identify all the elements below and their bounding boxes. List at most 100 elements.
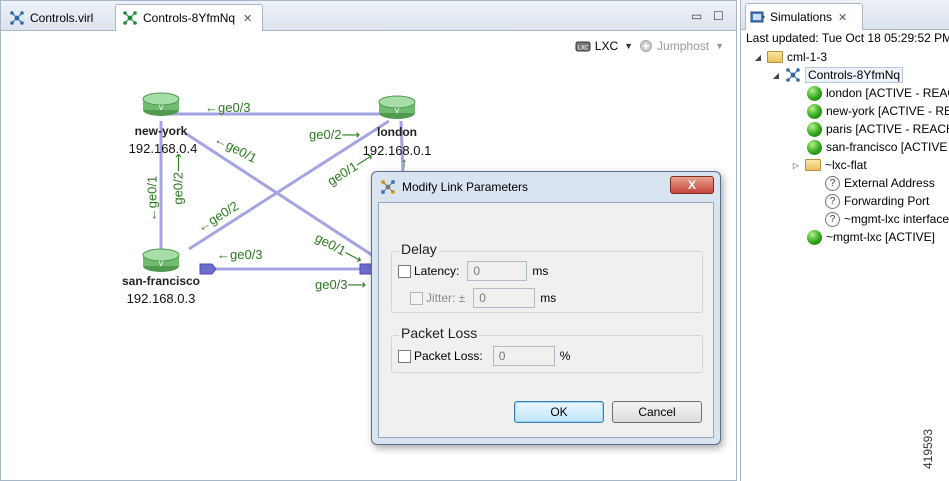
dialog-title: Modify Link Parameters <box>402 180 529 194</box>
tab-controls-virl[interactable]: Controls.virl <box>3 4 113 31</box>
topology-icon <box>786 68 800 82</box>
status-active-icon <box>807 139 822 155</box>
status-active-icon <box>807 85 822 101</box>
cancel-button[interactable]: Cancel <box>612 401 702 423</box>
node-label-london: london <box>377 125 417 139</box>
router-london-icon: V <box>378 95 416 119</box>
dialog-close-button[interactable]: X <box>670 176 714 194</box>
tree-item-label: new-york [ACTIVE - REACHABLE] <box>826 104 949 118</box>
jumphost-dropdown-icon[interactable]: ▼ <box>715 41 724 51</box>
tab-simulations[interactable]: Simulations ✕ <box>745 3 863 30</box>
tree-item-mgmt-lxc-interface[interactable]: ? ~mgmt-lxc interface <box>825 210 949 228</box>
packet-loss-group-title: Packet Loss <box>399 325 480 341</box>
status-active-icon <box>807 121 822 137</box>
tree-item-london[interactable]: london [ACTIVE - REACHABLE] <box>807 84 949 102</box>
expanded-twisty-icon[interactable]: ▷ <box>791 161 801 170</box>
interface-label: ←ge0/3 <box>205 100 251 115</box>
tree-item-controls-8yfmnq[interactable]: ◢ Controls-8YfmNq <box>771 66 904 84</box>
tree-item-external-address[interactable]: ? External Address <box>825 174 935 192</box>
latency-checkbox[interactable] <box>398 264 411 278</box>
node-label-sanfrancisco: san-francisco <box>121 274 201 288</box>
close-icon[interactable]: ✕ <box>838 11 847 24</box>
jumphost-label: Jumphost <box>657 39 710 53</box>
tree-item-lxc-flat[interactable]: ▷ ~lxc-flat <box>791 156 867 174</box>
tree-item-label: san-francisco [ACTIVE - REACHABLE] <box>826 140 949 154</box>
jumphost-icon <box>640 40 653 52</box>
dialog-body: Delay Latency: ms Jitter: ± ms Packet Lo… <box>378 202 714 438</box>
packet-loss-input[interactable] <box>492 346 555 366</box>
expanded-twisty-icon[interactable]: ◢ <box>771 71 781 80</box>
tree-item-san-francisco[interactable]: san-francisco [ACTIVE - REACHABLE] <box>807 138 949 156</box>
ok-button[interactable]: OK <box>514 401 604 423</box>
tree-item-label: ~mgmt-lxc [ACTIVE] <box>826 230 936 244</box>
packet-loss-row: Packet Loss: % <box>398 346 570 366</box>
lxc-icon: LXC <box>575 41 591 52</box>
status-active-icon <box>807 103 822 119</box>
svg-text:V: V <box>395 107 400 115</box>
tree-item-label: ~lxc-flat <box>825 158 867 172</box>
question-icon: ? <box>825 175 840 191</box>
tab-label: Controls-8YfmNq <box>143 11 236 25</box>
tree-item-mgmt-lxc[interactable]: ~mgmt-lxc [ACTIVE] <box>807 228 935 246</box>
topology-icon <box>10 10 24 25</box>
expanded-twisty-icon[interactable]: ◢ <box>753 53 763 62</box>
packet-loss-checkbox[interactable] <box>398 349 411 363</box>
router-newyork-icon: V <box>142 92 180 116</box>
jitter-checkbox[interactable] <box>410 291 423 305</box>
maximize-icon[interactable]: ☐ <box>713 9 724 23</box>
tree-item-paris[interactable]: paris [ACTIVE - REACHABLE] <box>807 120 949 138</box>
folder-icon <box>767 51 783 63</box>
latency-input[interactable] <box>467 261 528 281</box>
link-newyork-southeast <box>184 131 376 259</box>
jumphost-button[interactable]: Jumphost <box>639 39 709 53</box>
interface-label: ←ge0/1 <box>144 175 160 222</box>
simulations-tab-label: Simulations <box>770 10 833 24</box>
simulations-icon <box>750 11 765 23</box>
figure-id: 419593 <box>921 420 944 480</box>
packet-loss-unit: % <box>559 349 571 363</box>
figure-id-text: 419593 <box>921 428 936 470</box>
last-updated-text: Last updated: Tue Oct 18 05:29:52 PM <box>746 31 949 45</box>
lxc-dropdown-icon[interactable]: ▼ <box>624 41 633 51</box>
simulations-tabbar: Simulations ✕ <box>741 0 949 30</box>
node-ip-sanfrancisco: 192.168.0.3 <box>126 291 196 306</box>
tree-item-label: Controls-8YfmNq <box>805 67 904 83</box>
lxc-button[interactable]: LXC LXC <box>575 39 618 53</box>
tree-item-label: cml-1-3 <box>787 50 828 64</box>
latency-label: Latency: <box>414 264 460 278</box>
interface-label: ge0/2⟶ <box>170 153 186 205</box>
jitter-input[interactable] <box>473 288 536 308</box>
folder-icon <box>805 159 821 171</box>
simulations-panel: Simulations ✕ Last updated: Tue Oct 18 0… <box>740 0 949 481</box>
tree-item-label: london [ACTIVE - REACHABLE] <box>826 86 949 100</box>
modify-link-parameters-dialog: Modify Link Parameters X Delay Latency: … <box>371 171 721 445</box>
editor-toolbar: LXC LXC ▼ Jumphost ▼ <box>575 35 724 57</box>
minimize-icon[interactable]: ▭ <box>691 9 702 23</box>
close-icon[interactable]: ✕ <box>243 12 252 25</box>
topology-editor: Controls.virl Controls-8YfmNq ✕ ▭ ☐ LXC <box>0 0 737 481</box>
node-ip-newyork: 192.168.0.4 <box>128 141 198 156</box>
tree-item-label: ~mgmt-lxc interface <box>844 212 949 226</box>
app-window: Controls.virl Controls-8YfmNq ✕ ▭ ☐ LXC <box>0 0 949 481</box>
tree-item-label: Forwarding Port <box>844 194 930 208</box>
question-icon: ? <box>825 211 840 227</box>
jitter-unit: ms <box>540 291 557 305</box>
packet-loss-label: Packet Loss: <box>414 349 483 363</box>
tab-controls-8yfmnq[interactable]: Controls-8YfmNq ✕ <box>115 4 263 31</box>
node-label-newyork: new-york <box>134 124 188 138</box>
svg-text:V: V <box>159 104 164 112</box>
tree-item-label: paris [ACTIVE - REACHABLE] <box>826 122 949 136</box>
tree-item-new-york[interactable]: new-york [ACTIVE - REACHABLE] <box>807 102 949 120</box>
lxc-label: LXC <box>594 39 619 53</box>
interface-label: ←ge0/3 <box>217 247 263 262</box>
status-active-icon <box>807 229 822 245</box>
svg-text:LXC: LXC <box>577 45 588 52</box>
jitter-label: Jitter: ± <box>426 291 466 305</box>
tab-label: Controls.virl <box>30 10 94 25</box>
tree-item-cml[interactable]: ◢ cml-1-3 <box>753 48 827 66</box>
link-parameters-icon <box>381 180 395 194</box>
interface-label: ge0/2⟶ <box>309 127 361 142</box>
tree-item-forwarding-port[interactable]: ? Forwarding Port <box>825 192 929 210</box>
tree-item-label: External Address <box>844 176 935 190</box>
dialog-titlebar[interactable]: Modify Link Parameters <box>372 172 720 202</box>
